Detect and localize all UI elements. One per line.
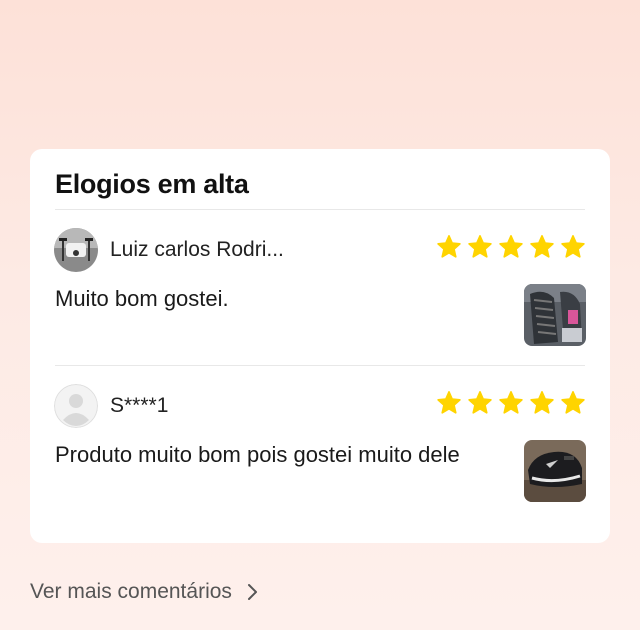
see-more-label: Ver mais comentários bbox=[30, 580, 232, 603]
see-more-comments-link[interactable]: Ver mais comentários bbox=[30, 580, 258, 604]
review-photo-thumbnail[interactable] bbox=[524, 284, 586, 346]
star-icon bbox=[499, 391, 523, 414]
black-sneaker-photo-icon bbox=[524, 440, 586, 502]
review-photo-thumbnail[interactable] bbox=[524, 440, 586, 502]
reviewer-name: S****1 bbox=[110, 394, 169, 417]
review-item[interactable]: Luiz carlos Rodri... Muito bom gostei. bbox=[30, 228, 610, 378]
shoe-sole-photo-icon bbox=[524, 284, 586, 346]
review-text: Produto muito bom pois gostei muito dele bbox=[55, 442, 460, 467]
star-icon bbox=[561, 235, 585, 258]
reviewer-avatar bbox=[54, 228, 98, 272]
star-icon bbox=[561, 391, 585, 414]
reviewer-avatar bbox=[54, 384, 98, 428]
review-divider bbox=[55, 365, 585, 366]
title-divider bbox=[55, 209, 585, 210]
star-icon bbox=[437, 235, 461, 258]
review-text: Muito bom gostei. bbox=[55, 286, 229, 311]
reviewer-name: Luiz carlos Rodri... bbox=[110, 238, 284, 261]
section-title: Elogios em alta bbox=[55, 169, 249, 199]
star-rating bbox=[436, 234, 586, 260]
star-icon bbox=[499, 235, 523, 258]
star-rating bbox=[436, 390, 586, 416]
star-icon bbox=[468, 391, 492, 414]
star-icon bbox=[437, 391, 461, 414]
reviews-card: Elogios em alta Luiz carlos Rodri... Mui… bbox=[30, 149, 610, 543]
star-icon bbox=[468, 235, 492, 258]
chevron-right-icon bbox=[247, 584, 257, 600]
review-item[interactable]: S****1 Produto muito bom pois gostei mui… bbox=[30, 384, 610, 534]
drone-photo-avatar-icon bbox=[54, 228, 98, 272]
star-icon bbox=[530, 391, 554, 414]
star-icon bbox=[530, 235, 554, 258]
default-user-avatar-icon bbox=[54, 384, 98, 428]
